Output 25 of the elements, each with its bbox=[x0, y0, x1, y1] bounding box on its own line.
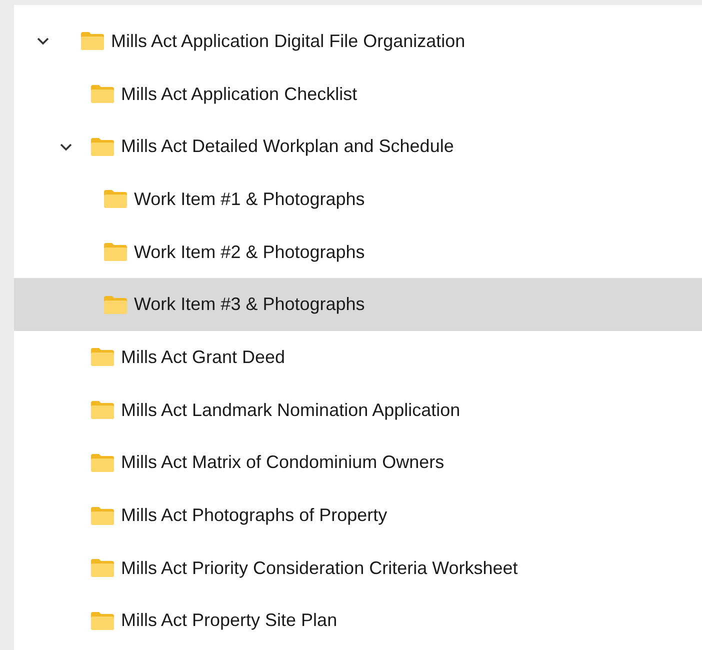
tree-item[interactable]: Work Item #3 & Photographs bbox=[14, 278, 702, 332]
folder-name: Mills Act Application Checklist bbox=[121, 82, 358, 106]
folder-name: Mills Act Property Site Plan bbox=[121, 609, 338, 632]
folder-icon bbox=[90, 610, 115, 631]
folder-name: Mills Act Landmark Nomination Application bbox=[121, 398, 460, 422]
folder-icon bbox=[90, 400, 115, 420]
folder-name: Mills Act Detailed Workplan and Schedule bbox=[121, 135, 454, 158]
folder-icon bbox=[80, 31, 105, 52]
folder-name: Mills Act Application Digital File Organization bbox=[111, 30, 466, 53]
folder-icon bbox=[90, 84, 115, 104]
folder-icon bbox=[90, 558, 115, 578]
folder-icon bbox=[103, 294, 128, 315]
folder-icon bbox=[103, 242, 128, 262]
folder-icon bbox=[90, 506, 115, 526]
folder-icon bbox=[90, 452, 115, 473]
folder-name: Mills Act Priority Consideration Criteria Worksheet bbox=[121, 556, 518, 580]
folder-name: Mills Act Matrix of Condominium Owners bbox=[121, 451, 444, 474]
folder-icon bbox=[90, 136, 115, 157]
folder-icon bbox=[103, 189, 128, 210]
folder-icon bbox=[90, 347, 115, 368]
folder-name: Mills Act Grant Deed bbox=[121, 346, 286, 369]
folder-name: Work Item #3 & Photographs bbox=[134, 293, 365, 316]
folder-name: Work Item #2 & Photographs bbox=[134, 240, 365, 264]
folder-name: Work Item #1 & Photographs bbox=[134, 188, 365, 211]
folder-name: Mills Act Photographs of Property bbox=[121, 504, 388, 528]
